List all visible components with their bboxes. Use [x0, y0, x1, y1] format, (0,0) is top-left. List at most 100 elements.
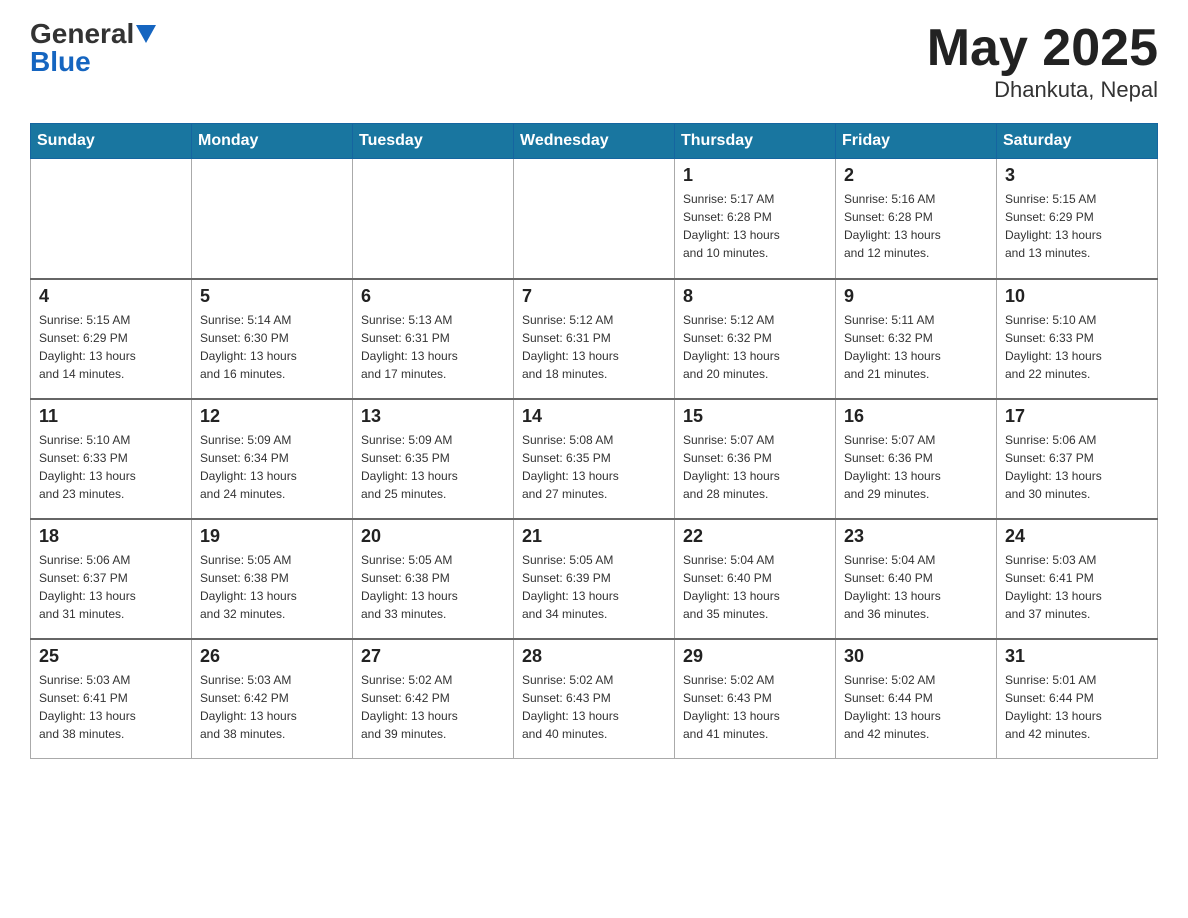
weekday-header-row: SundayMondayTuesdayWednesdayThursdayFrid…	[31, 124, 1158, 159]
calendar-cell	[514, 159, 675, 279]
calendar-cell: 11 Sunrise: 5:10 AMSunset: 6:33 PMDayligh…	[31, 399, 192, 519]
calendar-cell: 31Sunrise: 5:01 AMSunset: 6:44 PMDayligh…	[997, 639, 1158, 759]
day-info: Sunrise: 5:09 AMSunset: 6:34 PMDaylight:…	[200, 431, 344, 503]
day-number: 9	[844, 286, 988, 307]
day-info: Sunrise: 5:05 AMSunset: 6:38 PMDaylight:…	[361, 551, 505, 623]
calendar-cell: 7 Sunrise: 5:12 AMSunset: 6:31 PMDaylight…	[514, 279, 675, 399]
day-number: 13	[361, 406, 505, 427]
day-number: 30	[844, 646, 988, 667]
day-info: Sunrise: 5:15 AMSunset: 6:29 PMDaylight:…	[39, 311, 183, 383]
calendar-cell: 18 Sunrise: 5:06 AMSunset: 6:37 PMDayligh…	[31, 519, 192, 639]
month-year: May 2025	[927, 20, 1158, 77]
day-info: Sunrise: 5:06 AMSunset: 6:37 PMDaylight:…	[39, 551, 183, 623]
calendar-cell: 22 Sunrise: 5:04 AMSunset: 6:40 PMDayligh…	[675, 519, 836, 639]
day-info: Sunrise: 5:03 AMSunset: 6:41 PMDaylight:…	[1005, 551, 1149, 623]
day-number: 20	[361, 526, 505, 547]
day-info: Sunrise: 5:13 AMSunset: 6:31 PMDaylight:…	[361, 311, 505, 383]
calendar-cell: 15 Sunrise: 5:07 AMSunset: 6:36 PMDayligh…	[675, 399, 836, 519]
day-number: 28	[522, 646, 666, 667]
calendar-cell: 1 Sunrise: 5:17 AMSunset: 6:28 PMDaylight…	[675, 159, 836, 279]
day-number: 15	[683, 406, 827, 427]
calendar-cell	[192, 159, 353, 279]
calendar-cell: 17 Sunrise: 5:06 AMSunset: 6:37 PMDayligh…	[997, 399, 1158, 519]
day-number: 23	[844, 526, 988, 547]
calendar-cell: 29Sunrise: 5:02 AMSunset: 6:43 PMDayligh…	[675, 639, 836, 759]
weekday-header-saturday: Saturday	[997, 124, 1158, 159]
day-info: Sunrise: 5:05 AMSunset: 6:38 PMDaylight:…	[200, 551, 344, 623]
day-info: Sunrise: 5:11 AMSunset: 6:32 PMDaylight:…	[844, 311, 988, 383]
day-number: 8	[683, 286, 827, 307]
calendar-week-row-5: 25Sunrise: 5:03 AMSunset: 6:41 PMDayligh…	[31, 639, 1158, 759]
calendar: SundayMondayTuesdayWednesdayThursdayFrid…	[30, 123, 1158, 759]
calendar-cell: 14 Sunrise: 5:08 AMSunset: 6:35 PMDayligh…	[514, 399, 675, 519]
day-number: 18	[39, 526, 183, 547]
calendar-cell	[31, 159, 192, 279]
day-info: Sunrise: 5:12 AMSunset: 6:32 PMDaylight:…	[683, 311, 827, 383]
day-number: 26	[200, 646, 344, 667]
calendar-cell: 13Sunrise: 5:09 AMSunset: 6:35 PMDayligh…	[353, 399, 514, 519]
day-number: 22	[683, 526, 827, 547]
calendar-cell: 23 Sunrise: 5:04 AMSunset: 6:40 PMDayligh…	[836, 519, 997, 639]
logo-blue-text: Blue	[30, 48, 91, 76]
day-info: Sunrise: 5:04 AMSunset: 6:40 PMDaylight:…	[844, 551, 988, 623]
day-number: 6	[361, 286, 505, 307]
day-number: 5	[200, 286, 344, 307]
day-number: 24	[1005, 526, 1149, 547]
day-info: Sunrise: 5:15 AMSunset: 6:29 PMDaylight:…	[1005, 190, 1149, 262]
day-number: 4	[39, 286, 183, 307]
day-info: Sunrise: 5:14 AMSunset: 6:30 PMDaylight:…	[200, 311, 344, 383]
calendar-cell: 9 Sunrise: 5:11 AMSunset: 6:32 PMDaylight…	[836, 279, 997, 399]
header: General Blue May 2025 Dhankuta, Nepal	[30, 20, 1158, 103]
day-number: 3	[1005, 165, 1149, 186]
day-info: Sunrise: 5:10 AMSunset: 6:33 PMDaylight:…	[39, 431, 183, 503]
calendar-cell	[353, 159, 514, 279]
day-info: Sunrise: 5:03 AMSunset: 6:42 PMDaylight:…	[200, 671, 344, 743]
logo: General Blue	[30, 20, 156, 76]
calendar-cell: 5 Sunrise: 5:14 AMSunset: 6:30 PMDaylight…	[192, 279, 353, 399]
day-info: Sunrise: 5:07 AMSunset: 6:36 PMDaylight:…	[844, 431, 988, 503]
day-number: 2	[844, 165, 988, 186]
day-info: Sunrise: 5:07 AMSunset: 6:36 PMDaylight:…	[683, 431, 827, 503]
day-number: 14	[522, 406, 666, 427]
calendar-cell: 3 Sunrise: 5:15 AMSunset: 6:29 PMDaylight…	[997, 159, 1158, 279]
day-number: 1	[683, 165, 827, 186]
day-info: Sunrise: 5:02 AMSunset: 6:43 PMDaylight:…	[522, 671, 666, 743]
logo-triangle-icon	[136, 25, 156, 43]
calendar-cell: 20 Sunrise: 5:05 AMSunset: 6:38 PMDayligh…	[353, 519, 514, 639]
day-number: 16	[844, 406, 988, 427]
day-info: Sunrise: 5:03 AMSunset: 6:41 PMDaylight:…	[39, 671, 183, 743]
calendar-cell: 2 Sunrise: 5:16 AMSunset: 6:28 PMDaylight…	[836, 159, 997, 279]
calendar-cell: 12Sunrise: 5:09 AMSunset: 6:34 PMDayligh…	[192, 399, 353, 519]
weekday-header-wednesday: Wednesday	[514, 124, 675, 159]
day-info: Sunrise: 5:02 AMSunset: 6:43 PMDaylight:…	[683, 671, 827, 743]
day-info: Sunrise: 5:04 AMSunset: 6:40 PMDaylight:…	[683, 551, 827, 623]
location: Dhankuta, Nepal	[927, 77, 1158, 103]
calendar-week-row-3: 11 Sunrise: 5:10 AMSunset: 6:33 PMDayligh…	[31, 399, 1158, 519]
weekday-header-thursday: Thursday	[675, 124, 836, 159]
day-number: 7	[522, 286, 666, 307]
day-number: 10	[1005, 286, 1149, 307]
weekday-header-friday: Friday	[836, 124, 997, 159]
day-info: Sunrise: 5:08 AMSunset: 6:35 PMDaylight:…	[522, 431, 666, 503]
day-number: 17	[1005, 406, 1149, 427]
logo-general-text: General	[30, 20, 134, 48]
calendar-cell: 24 Sunrise: 5:03 AMSunset: 6:41 PMDayligh…	[997, 519, 1158, 639]
day-info: Sunrise: 5:02 AMSunset: 6:42 PMDaylight:…	[361, 671, 505, 743]
calendar-cell: 16 Sunrise: 5:07 AMSunset: 6:36 PMDayligh…	[836, 399, 997, 519]
weekday-header-tuesday: Tuesday	[353, 124, 514, 159]
calendar-cell: 21Sunrise: 5:05 AMSunset: 6:39 PMDayligh…	[514, 519, 675, 639]
day-number: 11	[39, 406, 183, 427]
day-info: Sunrise: 5:17 AMSunset: 6:28 PMDaylight:…	[683, 190, 827, 262]
calendar-cell: 30Sunrise: 5:02 AMSunset: 6:44 PMDayligh…	[836, 639, 997, 759]
calendar-cell: 25Sunrise: 5:03 AMSunset: 6:41 PMDayligh…	[31, 639, 192, 759]
day-number: 19	[200, 526, 344, 547]
day-info: Sunrise: 5:06 AMSunset: 6:37 PMDaylight:…	[1005, 431, 1149, 503]
day-info: Sunrise: 5:16 AMSunset: 6:28 PMDaylight:…	[844, 190, 988, 262]
calendar-cell: 8 Sunrise: 5:12 AMSunset: 6:32 PMDaylight…	[675, 279, 836, 399]
weekday-header-sunday: Sunday	[31, 124, 192, 159]
day-info: Sunrise: 5:01 AMSunset: 6:44 PMDaylight:…	[1005, 671, 1149, 743]
day-info: Sunrise: 5:05 AMSunset: 6:39 PMDaylight:…	[522, 551, 666, 623]
day-info: Sunrise: 5:10 AMSunset: 6:33 PMDaylight:…	[1005, 311, 1149, 383]
calendar-cell: 10 Sunrise: 5:10 AMSunset: 6:33 PMDayligh…	[997, 279, 1158, 399]
day-info: Sunrise: 5:12 AMSunset: 6:31 PMDaylight:…	[522, 311, 666, 383]
